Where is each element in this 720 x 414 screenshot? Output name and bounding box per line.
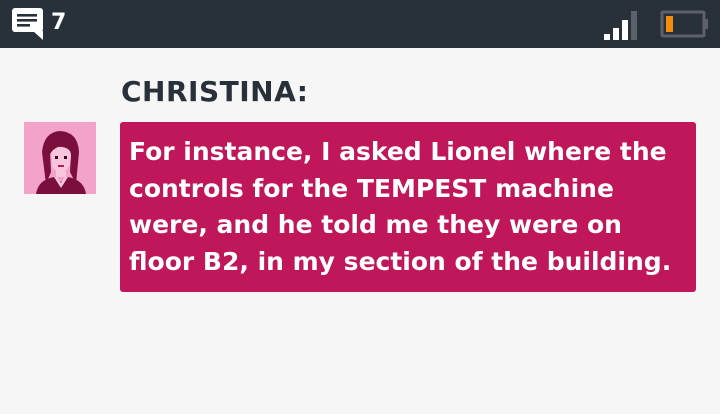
message-count: 7 [51, 10, 67, 35]
message-icon[interactable] [11, 7, 44, 41]
dialogue-text: For instance, I asked Lionel where the c… [129, 137, 672, 276]
battery-icon [660, 10, 708, 38]
status-bar: 7 [0, 0, 720, 48]
speaker-name: CHRISTINA: [121, 75, 309, 108]
dialogue-box[interactable]: For instance, I asked Lionel where the c… [120, 122, 696, 292]
signal-icon [604, 11, 637, 40]
christina-portrait-icon [24, 122, 96, 194]
